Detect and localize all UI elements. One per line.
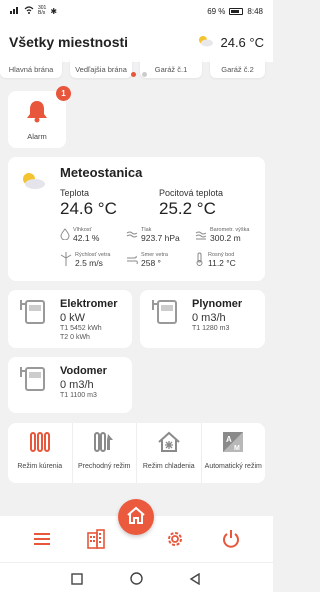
meter-tariff1: T1 1280 m3 — [192, 325, 230, 332]
carousel-dot[interactable] — [142, 72, 147, 77]
header-temperature: 24.6 °C — [220, 34, 264, 50]
menu-icon[interactable] — [31, 528, 53, 550]
feels-label: Pocitová teplota — [159, 188, 224, 198]
home-button[interactable] — [118, 499, 154, 535]
radiator-icon — [28, 430, 52, 459]
mode-label: Režim kúrenia — [17, 463, 63, 470]
meteo-title: Meteostanica — [60, 165, 143, 180]
gate-item-side[interactable]: Vedľajšia brána — [70, 58, 132, 78]
feels-value: 25.2 °C — [159, 199, 216, 218]
gate-label: Vedľajšia brána — [75, 65, 127, 74]
wifi-icon — [24, 6, 34, 16]
meteostation-card[interactable]: Meteostanica Teplota 24.6 °C Pocitová te… — [8, 157, 265, 281]
alarm-badge: 1 — [56, 86, 71, 101]
meter-icon — [18, 298, 48, 333]
auto-mode-icon: AM — [221, 430, 245, 459]
wind-speed-stat: Rýchlosť vetra 2.5 m/s — [60, 252, 110, 271]
wind-icon — [126, 252, 138, 270]
partly-cloudy-icon — [196, 35, 214, 50]
alarm-label: Alarm — [27, 131, 47, 141]
app-header: Všetky miestnosti 24.6 °C — [0, 22, 273, 62]
meter-icon — [18, 365, 48, 400]
mode-cooling-button[interactable]: Režim chladenia — [137, 423, 202, 483]
temp-label: Teplota — [60, 188, 90, 198]
meter-value: 0 m3/h — [192, 312, 226, 324]
wind-direction-stat: Smer vetra 258 ° — [126, 252, 168, 270]
temp-value: 24.6 °C — [60, 199, 117, 218]
pressure-stat: Tlak 923.7 hPa — [126, 227, 180, 245]
alarm-card[interactable]: Alarm 1 — [8, 86, 71, 148]
status-bar: 301 B/s ✱ 69 % 8:48 — [0, 0, 273, 22]
meter-value: 0 m3/h — [60, 379, 94, 391]
gate-label: Garáž č.2 — [221, 65, 254, 74]
home-icon — [126, 505, 146, 530]
mode-transition-button[interactable]: Prechodný režim — [73, 423, 137, 483]
water-meter-card[interactable]: Vodomer 0 m3/h T1 1100 m3 — [8, 357, 132, 413]
system-navigation-bar — [0, 562, 273, 592]
mode-auto-button[interactable]: AM Automatický režim — [202, 423, 266, 483]
mode-label: Automatický režim — [204, 463, 262, 470]
bell-icon — [26, 99, 48, 128]
thermometer-icon — [195, 252, 205, 271]
meter-icon — [150, 298, 180, 333]
recent-apps-icon[interactable] — [71, 572, 83, 590]
mode-label: Prechodný režim — [77, 463, 131, 470]
battery-icon — [229, 7, 244, 15]
pressure-icon — [126, 227, 138, 245]
meter-name: Elektromer — [60, 298, 118, 310]
gate-label: Garáž č.1 — [154, 65, 188, 74]
weather-icon — [18, 171, 46, 196]
clock: 8:48 — [247, 6, 263, 16]
header-weather[interactable]: 24.6 °C — [196, 35, 264, 50]
mode-label: Režim chladenia — [142, 463, 195, 470]
gate-item-garage2[interactable]: Garáž č.2 — [210, 58, 265, 78]
humidity-stat: Vlhkosť 42.1 % — [60, 227, 99, 245]
gate-item-main[interactable]: Hlavná brána — [0, 58, 62, 78]
signal-icon — [10, 6, 20, 16]
electric-meter-card[interactable]: Elektromer 0 kW T1 5452 kWh T2 0 kWh — [8, 290, 132, 348]
transition-icon — [92, 430, 116, 459]
battery-percent: 69 % — [207, 6, 226, 16]
droplet-icon — [60, 227, 70, 245]
svg-text:A: A — [226, 435, 232, 444]
gas-meter-card[interactable]: Plynomer 0 m3/h T1 1280 m3 — [140, 290, 265, 348]
dew-point-stat: Rosný bod 11.2 °C — [195, 252, 236, 271]
power-icon[interactable] — [220, 528, 242, 550]
page-title: Všetky miestnosti — [9, 34, 129, 50]
carousel-dot-active[interactable] — [131, 72, 136, 77]
wind-turbine-icon — [60, 252, 72, 271]
gear-icon[interactable] — [164, 528, 186, 550]
gate-item-garage1[interactable]: Garáž č.1 — [140, 58, 202, 78]
svg-text:M: M — [234, 445, 240, 452]
building-icon[interactable] — [85, 528, 107, 550]
network-speed: 301 B/s — [38, 5, 47, 16]
meter-value: 0 kW — [60, 312, 86, 324]
cooling-house-icon — [157, 430, 181, 459]
carousel-indicator — [131, 72, 147, 77]
meter-tariff1: T1 5452 kWh — [60, 325, 102, 332]
mode-selector: Režim kúrenia Prechodný režim Režim chla… — [8, 423, 265, 483]
altitude-icon — [195, 227, 207, 245]
gate-label: Hlavná brána — [8, 65, 54, 74]
mode-heating-button[interactable]: Režim kúrenia — [8, 423, 73, 483]
back-icon[interactable] — [189, 572, 201, 590]
altitude-stat: Barometr. výška 300.2 m — [195, 227, 249, 245]
home-circle-icon[interactable] — [130, 572, 143, 590]
meter-name: Plynomer — [192, 298, 243, 310]
meter-tariff2: T2 0 kWh — [60, 334, 90, 341]
meter-tariff1: T1 1100 m3 — [60, 392, 97, 399]
bluetooth-icon: ✱ — [50, 6, 58, 16]
meter-name: Vodomer — [60, 365, 107, 377]
